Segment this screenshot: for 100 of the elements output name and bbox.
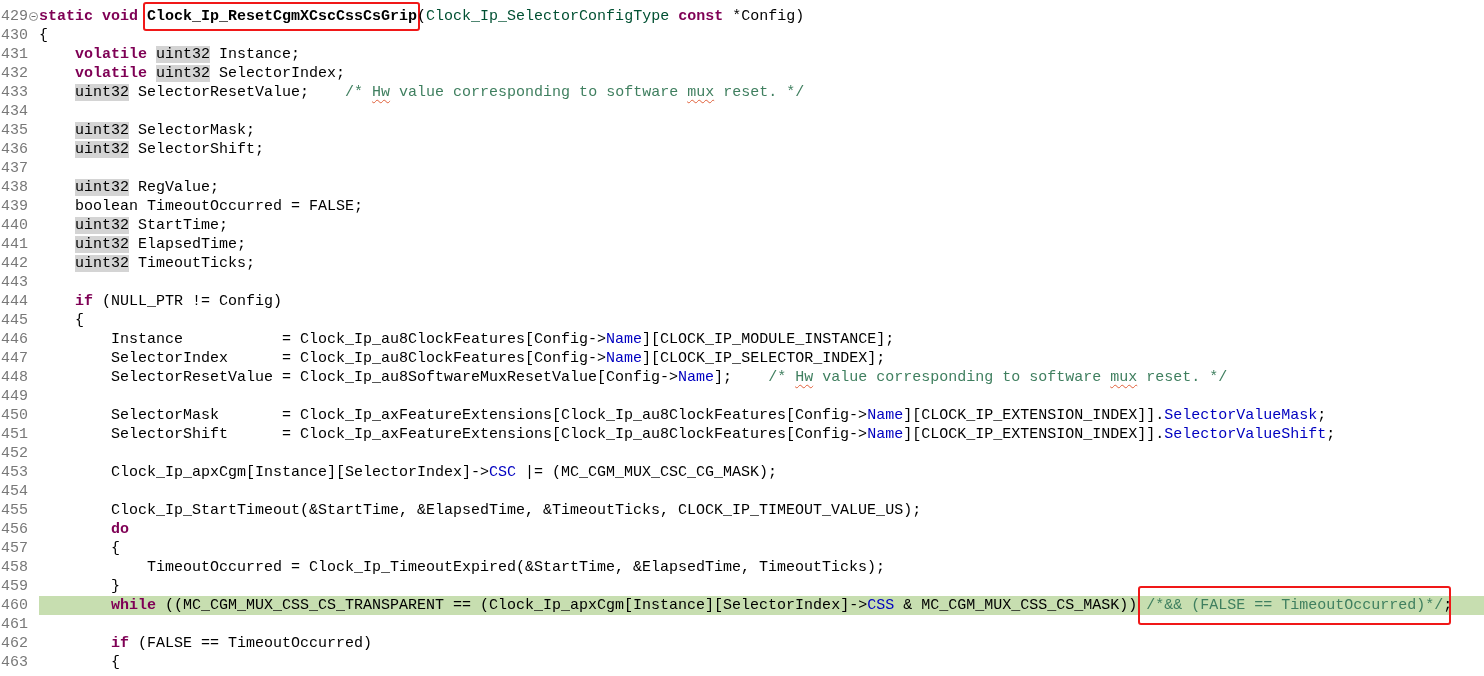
line-number: 445 [0,311,28,330]
code-text: { [75,312,84,329]
line-number: 437 [0,159,28,178]
keyword: if [111,635,129,652]
code-text: SelectorIndex = Clock_Ip_au8ClockFeatures[Config-> [111,350,607,367]
code-text: boolean TimeoutOccurred = FALSE; [75,198,364,215]
code-text: SelectorResetValue; [137,84,311,101]
line-number: 439 [0,197,28,216]
line-number: 435 [0,121,28,140]
code-text: { [39,27,48,44]
line-number: 461 [0,615,28,634]
line-number: 443 [0,273,28,292]
misspelled-word: Hw [795,369,814,386]
line-number: 449 [0,387,28,406]
type-keyword: uint32 [75,255,129,272]
line-number: 432 [0,64,28,83]
field-name: Name [678,369,715,386]
keyword: while [111,597,156,614]
keyword: if [75,293,93,310]
code-comment: /* [768,369,788,386]
misspelled-word: Hw [372,84,391,101]
line-number: 430 [0,26,28,45]
type-keyword: uint32 [156,65,211,82]
line-number: 456 [0,520,28,539]
code-text: ElapsedTime; [137,236,247,253]
code-text: ; [1326,426,1336,443]
code-text: SelectorShift = Clock_Ip_axFeatureExtensions[Clock_Ip_au8ClockFeatures[Config-> [111,426,868,443]
type-name: Clock_Ip_SelectorConfigType [426,8,671,25]
type-keyword: uint32 [75,217,129,234]
code-text: SelectorMask = Clock_Ip_axFeatureExtensions[Clock_Ip_au8ClockFeatures[Config-> [111,407,868,424]
field-name: Name [606,331,643,348]
keyword: const [678,8,724,25]
code-text: ; [1317,407,1327,424]
code-text: SelectorIndex; [218,65,346,82]
code-text: (NULL_PTR != Config) [101,293,283,310]
line-number: 451 [0,425,28,444]
line-number: 441 [0,235,28,254]
code-text: ][CLOCK_IP_MODULE_INSTANCE]; [642,331,895,348]
line-number: 457 [0,539,28,558]
collapse-icon[interactable] [29,12,38,21]
keyword: volatile [75,65,148,82]
type-keyword: uint32 [75,122,129,139]
line-number: 440 [0,216,28,235]
line-number: 433 [0,83,28,102]
code-text: TimeoutOccurred = Clock_Ip_TimeoutExpired(&StartTime, &ElapsedTime, TimeoutTicks); [147,559,886,576]
line-number: 455 [0,501,28,520]
type-keyword: uint32 [75,84,129,101]
line-number: 429 [0,7,28,26]
type-keyword: uint32 [75,141,129,158]
code-text: ]; [714,369,734,386]
code-comment: reset. */ [1145,369,1228,386]
line-number: 460 [0,596,28,615]
code-text: { [111,540,120,557]
line-number: 462 [0,634,28,653]
keyword: do [111,521,129,538]
field-name: SelectorValueMask [1164,407,1318,424]
line-number: 459 [0,577,28,596]
code-comment: /* [345,84,365,101]
code-text: ][CLOCK_IP_EXTENSION_INDEX]]. [903,426,1165,443]
type-keyword: uint32 [75,236,129,253]
code-text: SelectorMask; [137,122,256,139]
field-name: Name [606,350,643,367]
code-text: ][CLOCK_IP_EXTENSION_INDEX]]. [903,407,1165,424]
code-text: ][CLOCK_IP_SELECTOR_INDEX]; [642,350,886,367]
line-number: 438 [0,178,28,197]
code-comment: reset. */ [722,84,805,101]
misspelled-word: mux [687,84,715,101]
type-keyword: uint32 [156,46,211,63]
code-comment: value corresponding to software [398,84,680,101]
line-number: 463 [0,653,28,672]
code-text: StartTime; [137,217,229,234]
code-text: & MC_CGM_MUX_CSS_CS_MASK)) [902,597,1139,614]
code-text: ((MC_CGM_MUX_CSS_CS_TRANSPARENT == (Clock_Ip_apxCgm[Instance][SelectorIndex]-> [164,597,868,614]
keyword: volatile [75,46,148,63]
line-number: 436 [0,140,28,159]
code-text: Clock_Ip_apxCgm[Instance][SelectorIndex]-> [111,464,490,481]
line-number: 446 [0,330,28,349]
code-text: ; [1443,597,1453,614]
code-text: RegValue; [137,179,220,196]
line-number: 448 [0,368,28,387]
field-name: SelectorValueShift [1164,426,1327,443]
line-number: 442 [0,254,28,273]
line-number: 444 [0,292,28,311]
keyword: static void [39,8,140,25]
line-number: 450 [0,406,28,425]
code-text: TimeoutTicks; [137,255,256,272]
field-name: Name [867,426,904,443]
code-comment: value corresponding to software [821,369,1103,386]
code-text: Clock_Ip_StartTimeout(&StartTime, &ElapsedTime, &TimeoutTicks, CLOCK_IP_TIMEOUT_VALUE_US); [111,502,922,519]
field-name: Name [867,407,904,424]
code-text: { [111,654,120,671]
line-number: 458 [0,558,28,577]
field-name: CSS [867,597,895,614]
code-text: } [111,578,120,595]
code-text: *Config) [731,8,805,25]
type-keyword: uint32 [75,179,129,196]
misspelled-word: mux [1110,369,1138,386]
line-number: 454 [0,482,28,501]
code-text: Instance = Clock_Ip_au8ClockFeatures[Config-> [111,331,607,348]
line-number: 447 [0,349,28,368]
